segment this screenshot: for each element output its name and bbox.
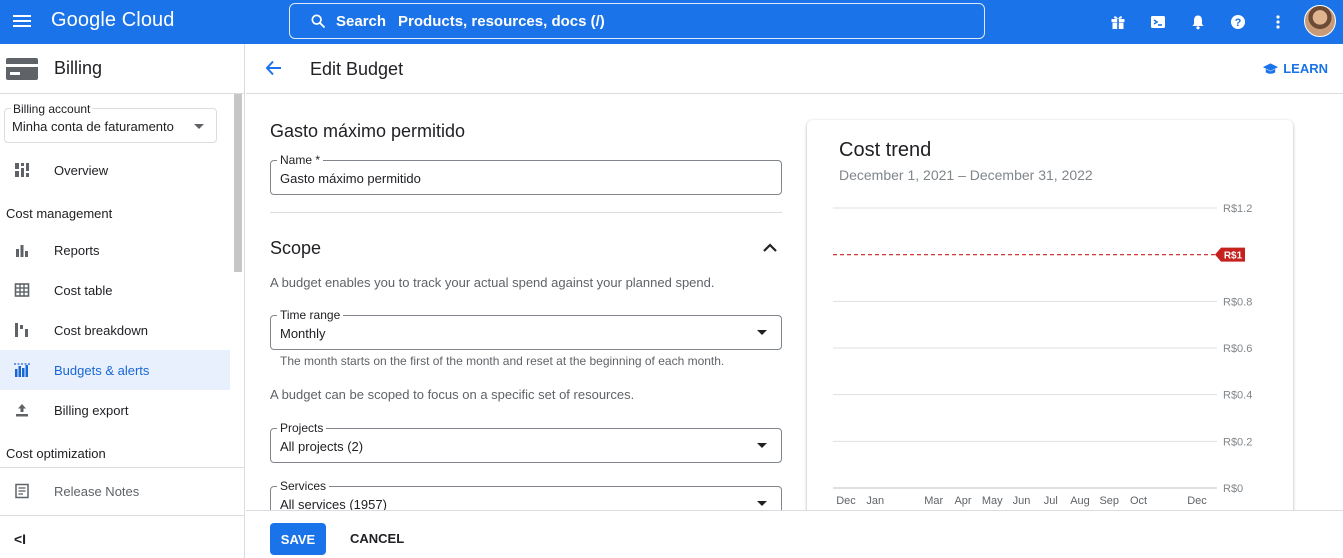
dropdown-caret-icon [757,330,767,335]
dropdown-caret-icon [757,501,767,506]
sidebar-item-billing-export[interactable]: Billing export [0,390,230,430]
sidebar-item-label: Reports [54,242,100,258]
billing-account-value: Minha conta de faturamento [12,119,174,134]
action-footer: SAVE CANCEL [246,510,1343,558]
name-field-value: Gasto máximo permitido [280,171,421,186]
divider [0,467,245,468]
x-tick-label: May [982,495,1003,507]
chevron-up-icon[interactable] [762,240,778,261]
budget-icon [13,361,31,379]
search-placeholder: Products, resources, docs (/) [398,12,605,30]
name-field[interactable]: Name * Gasto máximo permitido [270,153,782,195]
more-vert-icon[interactable] [1266,10,1290,34]
sidebar-item-budgets-alerts[interactable]: Budgets & alerts [0,350,230,390]
back-arrow-icon[interactable] [264,58,284,83]
search-bar[interactable]: Search Products, resources, docs (/) [289,3,985,39]
dropdown-caret-icon [757,443,767,448]
x-tick-label: Aug [1070,495,1090,507]
divider [0,515,245,516]
cost-management-label: Cost management [6,206,113,221]
scope-heading: Scope [270,238,322,258]
sidebar-item-cost-table[interactable]: Cost table [0,270,230,310]
y-tick-label: R$0.8 [1223,296,1252,308]
sidebar-item-label: Budgets & alerts [54,362,150,378]
bar-chart-icon [13,241,31,259]
dropdown-caret-icon [194,124,204,129]
time-range-value: Monthly [280,326,326,341]
x-tick-label: Dec [836,495,856,507]
terminal-icon[interactable] [1146,10,1170,34]
search-label: Search [336,12,387,30]
cost-optimization-label: Cost optimization [6,446,106,461]
name-field-label: Name * [277,153,324,167]
sidebar-item-release-notes[interactable]: Release Notes [0,471,230,511]
cancel-button[interactable]: CANCEL [350,531,404,546]
help-icon[interactable]: ? [1226,10,1250,34]
x-tick-label: Jun [1013,495,1031,507]
cost-trend-chart: R$0 R$0.2 R$0.4 R$0.6 R$0.8 R$1.2 Dec Jan Mar Apr… [833,203,1252,507]
bell-icon[interactable] [1186,10,1210,34]
sidebar-item-label: Overview [54,162,109,178]
y-tick-label: R$0.4 [1223,390,1252,402]
x-tick-label: Jul [1044,495,1058,507]
billing-icon [6,57,38,80]
sidebar-item-label: Cost table [54,282,113,298]
learn-button[interactable]: LEARN [1262,61,1328,76]
time-range-label: Time range [277,308,344,322]
menu-icon[interactable] [10,10,34,34]
school-icon [1263,62,1279,74]
budget-heading: Gasto máximo permitido [270,121,466,141]
page-header: Edit Budget LEARN [246,44,1343,94]
budget-label: R$1 [1224,251,1243,262]
scope-description: A budget enables you to track your actua… [270,275,715,290]
sidebar-scrollbar[interactable] [234,94,242,272]
gift-icon[interactable] [1106,10,1130,34]
projects-label: Projects [277,421,327,435]
services-label: Services [277,479,330,493]
table-icon [13,281,31,299]
sidebar-item-label: Release Notes [54,483,140,499]
y-tick-label: R$1.2 [1223,203,1252,215]
x-tick-label: Sep [1099,495,1119,507]
time-range-hint: The month starts on the first of the mon… [280,354,725,368]
collapse-sidebar-icon[interactable]: <I [14,531,26,547]
projects-select[interactable]: Projects All projects (2) [270,421,782,463]
page-title: Edit Budget [310,59,404,79]
sidebar-item-label: Cost breakdown [54,322,148,338]
x-tick-label: Oct [1130,495,1147,507]
sidebar-item-reports[interactable]: Reports [0,230,230,270]
svg-text:?: ? [1235,17,1242,29]
learn-label: LEARN [1283,61,1328,76]
y-tick-label: R$0.2 [1223,436,1252,448]
avatar[interactable] [1304,5,1336,37]
dashboard-icon [13,161,31,179]
upload-icon [13,401,31,419]
sidebar-header: Billing [0,44,244,94]
x-tick-label: Jan [866,495,884,507]
sidebar-item-label: Billing export [54,402,129,418]
x-tick-label: Dec [1187,495,1207,507]
save-button[interactable]: SAVE [270,523,326,555]
x-tick-label: Apr [954,495,971,507]
y-tick-label: R$0 [1223,483,1243,495]
google-cloud-logo[interactable]: Google Cloud [51,9,175,32]
billing-account-select[interactable]: Billing account Minha conta de faturamen… [4,102,217,143]
notes-icon [13,482,31,500]
divider [270,212,782,213]
time-range-select[interactable]: Time range Monthly [270,308,782,350]
x-tick-label: Mar [924,495,943,507]
y-tick-label: R$0.6 [1223,343,1252,355]
search-icon [311,14,325,28]
sidebar: Billing Billing account Minha conta de f… [0,44,245,558]
projects-value: All projects (2) [280,439,364,454]
sidebar-title: Billing [54,58,103,78]
billing-account-label: Billing account [11,102,93,116]
cost-trend-card: Cost trend December 1, 2021 – December 3… [807,120,1293,520]
top-bar: Google Cloud Search Products, resources,… [0,0,1343,44]
sidebar-item-overview[interactable]: Overview [0,150,230,190]
waterfall-icon [13,321,31,339]
sidebar-item-cost-breakdown[interactable]: Cost breakdown [0,310,230,350]
scope-description-2: A budget can be scoped to focus on a spe… [270,387,635,402]
